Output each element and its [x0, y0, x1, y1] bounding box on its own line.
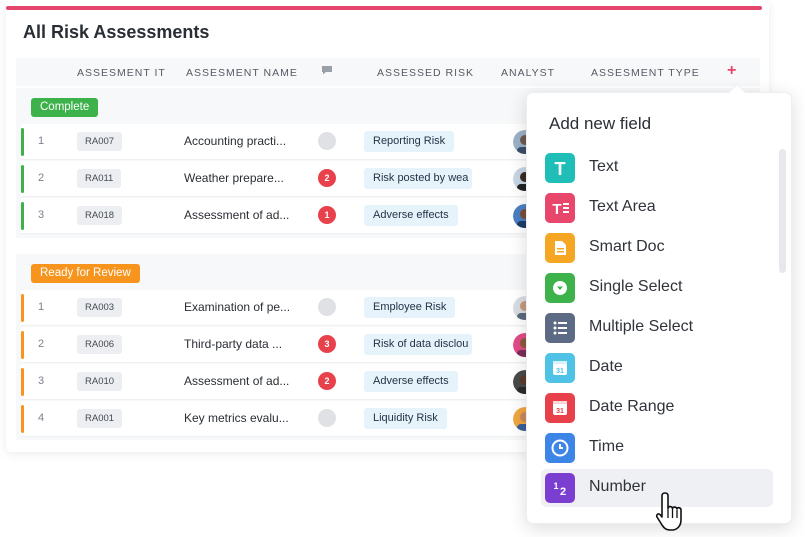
text-icon: T: [545, 153, 575, 183]
list-icon: [545, 313, 575, 343]
dropdown-scrollbar[interactable]: [779, 149, 786, 273]
assessment-name[interactable]: Key metrics evalu...: [184, 411, 289, 425]
field-option-single-select[interactable]: Single Select: [541, 269, 773, 307]
assessment-id: RA011: [77, 169, 122, 188]
table-row[interactable]: 1 RA007 Accounting practi... Reporting R…: [21, 124, 537, 160]
assessment-name[interactable]: Accounting practi...: [184, 134, 286, 148]
field-option-time[interactable]: Time: [541, 429, 773, 467]
field-option-smart-doc[interactable]: Smart Doc: [541, 229, 773, 267]
svg-text:T: T: [552, 201, 561, 218]
assessment-id: RA007: [77, 132, 123, 151]
col-assessment-type[interactable]: ASSESMENT TYPE: [591, 67, 700, 79]
risk-tag[interactable]: Risk of data disclou: [364, 334, 472, 355]
comment-icon[interactable]: [318, 132, 336, 150]
svg-text:31: 31: [556, 368, 564, 375]
assessment-id: RA010: [77, 372, 123, 391]
status-badge-complete[interactable]: Complete: [31, 98, 99, 117]
text-area-icon: T: [545, 193, 575, 223]
comment-count[interactable]: 2: [318, 169, 336, 187]
field-option-text[interactable]: T Text: [541, 149, 773, 187]
accent-bar: [6, 6, 762, 10]
table-row[interactable]: 2 RA011 Weather prepare... 2 Risk posted…: [21, 161, 537, 197]
svg-text:31: 31: [556, 408, 564, 415]
comment-icon[interactable]: [318, 409, 336, 427]
risk-tag[interactable]: Risk posted by wea: [364, 168, 472, 189]
field-option-text-area[interactable]: T Text Area: [541, 189, 773, 227]
svg-text:2: 2: [560, 486, 566, 498]
number-icon: 12: [545, 473, 575, 503]
comment-count[interactable]: 2: [318, 372, 336, 390]
hand-cursor-icon: [655, 492, 682, 531]
assessment-id: RA001: [77, 409, 123, 428]
risk-tag[interactable]: Employee Risk: [364, 297, 456, 318]
table-row[interactable]: 4 RA001 Key metrics evalu... Liquidity R…: [21, 401, 537, 437]
table-row[interactable]: 1 RA003 Examination of pe... Employee Ri…: [21, 290, 537, 326]
comment-icon[interactable]: [318, 298, 336, 316]
assessment-name[interactable]: Weather prepare...: [184, 171, 284, 185]
calendar-icon: 31: [545, 353, 575, 383]
assessment-id: RA018: [77, 206, 123, 225]
assessment-name[interactable]: Assessment of ad...: [184, 374, 289, 388]
col-assessed-risk[interactable]: ASSESSED RISK: [377, 67, 474, 79]
page-title: All Risk Assessments: [23, 22, 210, 42]
assessment-name[interactable]: Assessment of ad...: [184, 208, 289, 222]
assessment-id: RA003: [77, 298, 123, 317]
table-row[interactable]: 3 RA010 Assessment of ad... 2 Adverse ef…: [21, 364, 537, 400]
comments-column-icon: [322, 66, 332, 75]
col-assessment-id[interactable]: ASSESMENT IT: [77, 67, 166, 79]
assessment-name[interactable]: Third-party data ...: [184, 337, 282, 351]
status-badge-ready-for-review[interactable]: Ready for Review: [31, 264, 140, 283]
field-option-date[interactable]: 31 Date: [541, 349, 773, 387]
svg-text:T: T: [555, 159, 566, 179]
table-header: ASSESMENT IT ASSESMENT NAME ASSESSED RIS…: [16, 58, 760, 86]
dropdown-icon: [545, 273, 575, 303]
col-analyst[interactable]: ANALYST: [501, 67, 555, 79]
add-field-dropdown: Add new field T Text T Text Area Smart D…: [526, 83, 792, 524]
comment-count[interactable]: 3: [318, 335, 336, 353]
comment-count[interactable]: 1: [318, 206, 336, 224]
field-option-multiple-select[interactable]: Multiple Select: [541, 309, 773, 347]
risk-tag[interactable]: Reporting Risk: [364, 131, 455, 152]
risk-tag[interactable]: Liquidity Risk: [364, 408, 447, 429]
table-row[interactable]: 2 RA006 Third-party data ... 3 Risk of d…: [21, 327, 537, 363]
risk-tag[interactable]: Adverse effects: [364, 371, 458, 392]
risk-tag[interactable]: Adverse effects: [364, 205, 458, 226]
field-option-date-range[interactable]: 31 Date Range: [541, 389, 773, 427]
table-row[interactable]: 3 RA018 Assessment of ad... 1 Adverse ef…: [21, 198, 537, 234]
clock-icon: [545, 433, 575, 463]
add-field-button[interactable]: +: [727, 62, 736, 80]
doc-icon: [545, 233, 575, 263]
calendar-range-icon: 31: [545, 393, 575, 423]
dropdown-title: Add new field: [549, 114, 652, 133]
col-assessment-name[interactable]: ASSESMENT NAME: [186, 67, 298, 79]
assessment-id: RA006: [77, 335, 123, 354]
svg-text:1: 1: [553, 481, 558, 491]
assessment-name[interactable]: Examination of pe...: [184, 300, 290, 314]
